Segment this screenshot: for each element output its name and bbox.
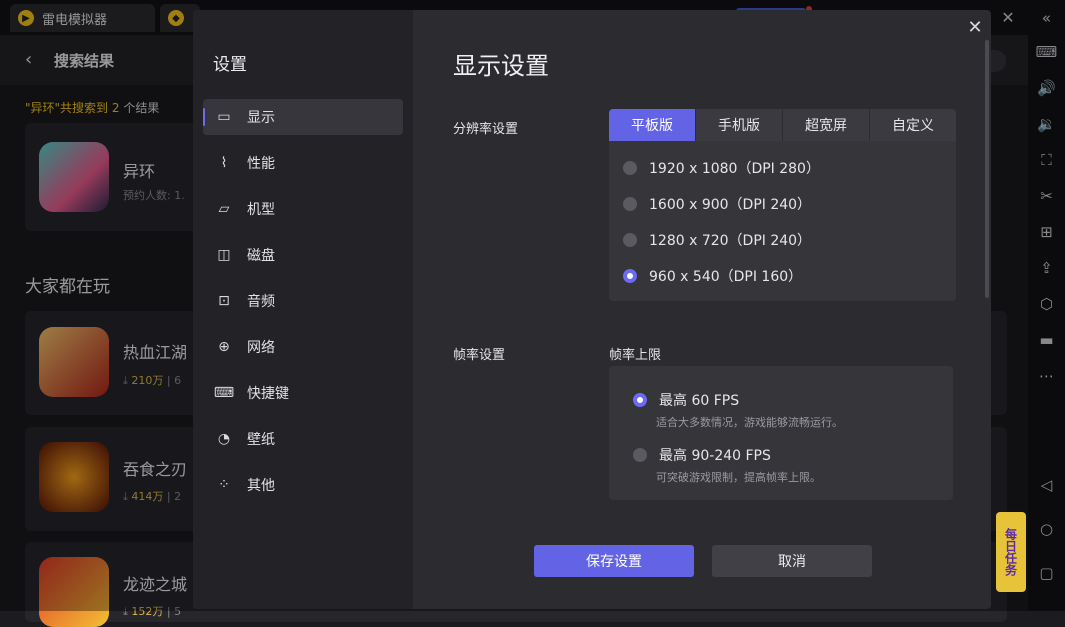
resolution-option[interactable]: 1280 x 720（DPI 240） [623, 230, 811, 250]
settings-dialog: 设置 ▭ 显示 ⌇ 性能 ▱ 机型 ◫ 磁盘 ⊡ 音频 ⊕ 网络 ⌨ 快捷键 ◔… [193, 10, 991, 609]
other-icon: ⁘ [218, 477, 230, 493]
framerate-sublabel: 帧率上限 [609, 348, 662, 363]
settings-sidebar: 设置 ▭ 显示 ⌇ 性能 ▱ 机型 ◫ 磁盘 ⊡ 音频 ⊕ 网络 ⌨ 快捷键 ◔… [193, 10, 413, 609]
radio-button-selected[interactable] [623, 269, 637, 283]
radio-button[interactable] [633, 448, 647, 462]
nav-shortcuts[interactable]: ⌨ 快捷键 [203, 375, 403, 411]
tab-tablet[interactable]: 平板版 [609, 109, 696, 141]
resolution-option[interactable]: 1600 x 900（DPI 240） [623, 194, 811, 214]
network-icon: ⊕ [218, 339, 230, 355]
option-description: 适合大多数情况，游戏能够流畅运行。 [656, 416, 843, 429]
dialog-title: 显示设置 [453, 52, 549, 80]
radio-button[interactable] [623, 161, 637, 175]
resolution-option[interactable]: 1920 x 1080（DPI 280） [623, 158, 820, 178]
performance-icon: ⌇ [220, 155, 228, 171]
nav-performance[interactable]: ⌇ 性能 [203, 145, 403, 181]
nav-disk[interactable]: ◫ 磁盘 [203, 237, 403, 273]
tab-custom[interactable]: 自定义 [870, 109, 956, 141]
nav-other[interactable]: ⁘ 其他 [203, 467, 403, 503]
disk-icon: ◫ [217, 247, 231, 263]
wallpaper-icon: ◔ [217, 431, 231, 447]
radio-button[interactable] [623, 233, 637, 247]
nav-display[interactable]: ▭ 显示 [203, 99, 403, 135]
resolution-options: 1920 x 1080（DPI 280） 1600 x 900（DPI 240）… [609, 141, 956, 301]
radio-button[interactable] [623, 197, 637, 211]
nav-device-model[interactable]: ▱ 机型 [203, 191, 403, 227]
daily-task-badge[interactable]: 每日任务 [996, 512, 1026, 592]
tab-phone[interactable]: 手机版 [696, 109, 783, 141]
sidebar-title: 设置 [213, 55, 247, 75]
framerate-option[interactable]: 最高 60 FPS [633, 390, 739, 410]
audio-icon: ⊡ [218, 293, 230, 309]
resolution-option[interactable]: 960 x 540（DPI 160） [623, 266, 802, 286]
nav-audio[interactable]: ⊡ 音频 [203, 283, 403, 319]
nav-network[interactable]: ⊕ 网络 [203, 329, 403, 365]
tab-ultrawide[interactable]: 超宽屏 [783, 109, 870, 141]
resolution-label: 分辨率设置 [453, 122, 519, 137]
device-model-icon: ▱ [218, 201, 230, 217]
keyboard-icon: ⌨ [213, 385, 235, 401]
framerate-label: 帧率设置 [453, 348, 506, 363]
nav-wallpaper[interactable]: ◔ 壁纸 [203, 421, 403, 457]
radio-button-selected[interactable] [633, 393, 647, 407]
close-icon[interactable]: ✕ [963, 16, 987, 40]
save-button[interactable]: 保存设置 [534, 545, 694, 577]
resolution-tabs: 平板版 手机版 超宽屏 自定义 [609, 109, 956, 141]
option-description: 可突破游戏限制，提高帧率上限。 [656, 471, 821, 484]
framerate-option[interactable]: 最高 90-240 FPS [633, 445, 771, 465]
scrollbar[interactable] [985, 40, 989, 298]
display-icon: ▭ [217, 109, 231, 125]
framerate-options: 最高 60 FPS 适合大多数情况，游戏能够流畅运行。 最高 90-240 FP… [609, 366, 953, 500]
cancel-button[interactable]: 取消 [712, 545, 872, 577]
